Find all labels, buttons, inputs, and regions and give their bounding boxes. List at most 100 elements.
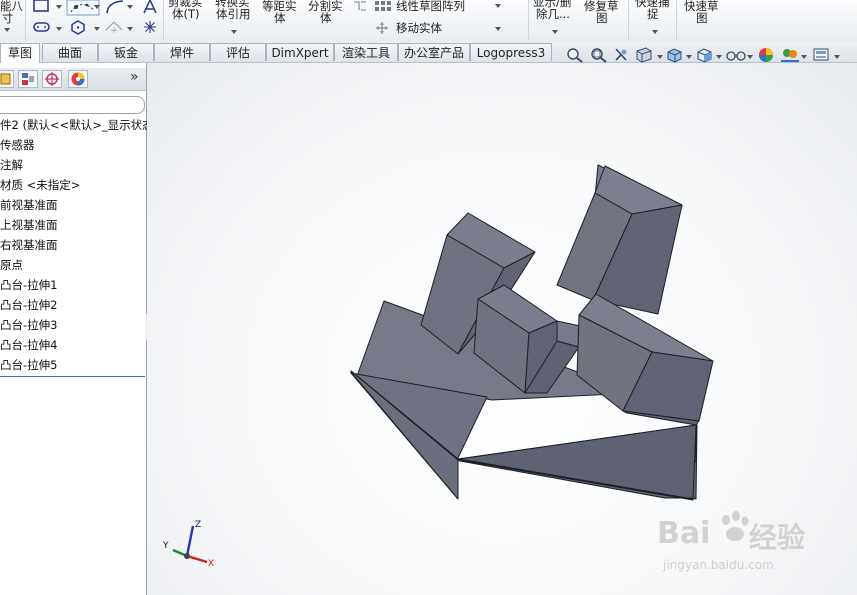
color-wheel-icon [71, 72, 85, 86]
chevron-down-icon[interactable] [747, 55, 753, 59]
property-manager-tab[interactable] [18, 70, 38, 88]
tree-item-part[interactable]: 件2 (默认<<默认>_显示状态 [0, 116, 154, 134]
tree-item-sensors[interactable]: 传感器 [0, 136, 35, 154]
tree-filter-input[interactable] [0, 96, 145, 114]
quick-snaps-label-2[interactable]: 捉 [647, 8, 659, 20]
rapid-sketch-label-2[interactable]: 图 [696, 12, 708, 24]
tab-sketch[interactable]: 草图 [0, 43, 40, 63]
configuration-manager-tab[interactable] [42, 70, 62, 88]
feature-manager-panel: » 件2 (默认<<默认>_显示状态 传感器 注解 材质 <未指定> 前视基准面… [0, 63, 154, 595]
chevron-down-icon[interactable] [716, 55, 722, 59]
rectangle-icon[interactable] [31, 0, 51, 14]
feature-manager-tab[interactable] [0, 70, 14, 88]
z-axis-label: Z [195, 520, 201, 530]
chevron-down-icon[interactable] [495, 4, 501, 8]
chevron-down-icon[interactable] [552, 30, 558, 34]
tab-weldments[interactable]: 焊件 [154, 43, 210, 61]
chevron-down-icon[interactable] [801, 55, 807, 59]
baidu-watermark: Bai 经验 jingyan.baidu.com [657, 511, 857, 586]
chevron-down-icon[interactable] [56, 27, 62, 31]
ribbon-divider [528, 0, 529, 40]
hide-show-items-icon[interactable] [725, 47, 747, 63]
chevron-down-icon[interactable] [94, 27, 100, 31]
ribbon-divider [25, 0, 26, 40]
display-manager-tab[interactable] [68, 70, 88, 88]
tree-item-top-plane[interactable]: 上视基准面 [0, 216, 58, 234]
x-axis [186, 554, 208, 564]
plane-icon[interactable]: + [104, 20, 124, 34]
triad-origin [184, 553, 190, 559]
tree-item-extrude-2[interactable]: 凸台-拉伸2 [0, 296, 57, 314]
tab-office-products[interactable]: 办公室产品 [398, 43, 470, 61]
chevron-down-icon[interactable] [686, 55, 692, 59]
chevron-down-icon[interactable] [652, 30, 658, 34]
chevron-down-icon[interactable] [127, 27, 133, 31]
expand-panel-button[interactable]: » [130, 69, 139, 85]
svg-text:+: + [110, 26, 118, 34]
convert-entities-label-2[interactable]: 体引用 [216, 8, 251, 20]
tab-render-tools[interactable]: 渲染工具 [334, 43, 398, 61]
tree-item-right-plane[interactable]: 右视基准面 [0, 236, 58, 254]
repair-sketch-label-2[interactable]: 图 [596, 12, 608, 24]
axis-triad[interactable]: Z X Y [161, 518, 221, 573]
offset-entities-label-2[interactable]: 体 [274, 12, 286, 24]
tree-item-annotations[interactable]: 注解 [0, 156, 23, 174]
tab-evaluate[interactable]: 评估 [210, 43, 266, 61]
view-settings-icon[interactable] [812, 47, 832, 63]
mirror-icon[interactable] [352, 0, 368, 12]
zoom-to-area-icon[interactable] [590, 47, 608, 63]
split-entities-label-2[interactable]: 体 [320, 12, 332, 24]
trim-entities-label-2[interactable]: 体(T) [172, 8, 200, 20]
ribbon-divider [676, 0, 677, 40]
watermark-brand: Bai [657, 516, 711, 551]
watermark-url: jingyan.baidu.com [663, 558, 774, 572]
display-style-icon[interactable] [695, 47, 715, 63]
move-entities-icon[interactable] [374, 21, 390, 35]
chevron-down-icon[interactable] [94, 5, 100, 9]
display-delete-relations-label-2[interactable]: 除几... [536, 8, 570, 20]
command-manager-ribbon: 能八 寸 + 剪裁实 体(T) 转换实 体引用 等距实 体 分割实 体 线性草图… [0, 0, 857, 43]
linear-pattern-icon[interactable] [374, 0, 392, 12]
ribbon-divider [163, 0, 164, 40]
tree-item-material[interactable]: 材质 <未指定> [0, 176, 80, 194]
text-icon[interactable] [142, 0, 158, 14]
tree-item-front-plane[interactable]: 前视基准面 [0, 196, 58, 214]
tab-sheet-metal[interactable]: 钣金 [98, 43, 154, 61]
ribbon-divider [628, 0, 629, 40]
tree-item-extrude-5[interactable]: 凸台-拉伸5 [0, 356, 57, 374]
chevron-down-icon[interactable] [231, 30, 237, 34]
slot-icon[interactable] [32, 20, 52, 34]
graphics-area[interactable]: Z X Y Bai 经验 jingyan.baidu.com [147, 63, 857, 595]
point-icon[interactable] [143, 20, 157, 34]
view-orientation-icon[interactable] [665, 47, 685, 63]
rollback-bar[interactable] [0, 376, 145, 377]
z-axis [185, 525, 195, 557]
chevron-down-icon[interactable] [127, 5, 133, 9]
edit-appearance-icon[interactable] [757, 47, 775, 63]
paw-icon [722, 511, 749, 541]
previous-view-icon[interactable] [613, 47, 629, 63]
tree-item-extrude-4[interactable]: 凸台-拉伸4 [0, 336, 57, 354]
smart-dimension-label-2[interactable]: 寸 [2, 12, 14, 24]
apply-scene-icon[interactable] [780, 47, 800, 63]
zoom-to-fit-icon[interactable] [566, 47, 584, 63]
feature-tree-icon [0, 73, 11, 85]
tree-item-extrude-3[interactable]: 凸台-拉伸3 [0, 316, 57, 334]
x-axis-label: X [208, 559, 214, 569]
property-manager-icon [22, 73, 34, 85]
chevron-down-icon[interactable] [495, 27, 501, 31]
tab-dimxpert[interactable]: DimXpert [266, 43, 334, 61]
tree-item-origin[interactable]: 原点 [0, 256, 23, 274]
chevron-down-icon[interactable] [834, 55, 840, 59]
linear-pattern-label[interactable]: 线性草图阵列 [396, 0, 465, 12]
chevron-down-icon[interactable] [657, 55, 663, 59]
tree-item-extrude-1[interactable]: 凸台-拉伸1 [0, 276, 57, 294]
move-entities-label[interactable]: 移动实体 [396, 22, 442, 34]
chevron-down-icon[interactable] [56, 5, 62, 9]
tab-logopress3[interactable]: Logopress3 [470, 43, 552, 61]
section-view-icon[interactable] [634, 47, 654, 63]
chevron-down-icon[interactable] [4, 28, 10, 32]
tab-surfaces[interactable]: 曲面 [42, 43, 98, 61]
sketch-fillet-icon[interactable] [104, 0, 126, 14]
polygon-icon[interactable] [70, 20, 86, 35]
